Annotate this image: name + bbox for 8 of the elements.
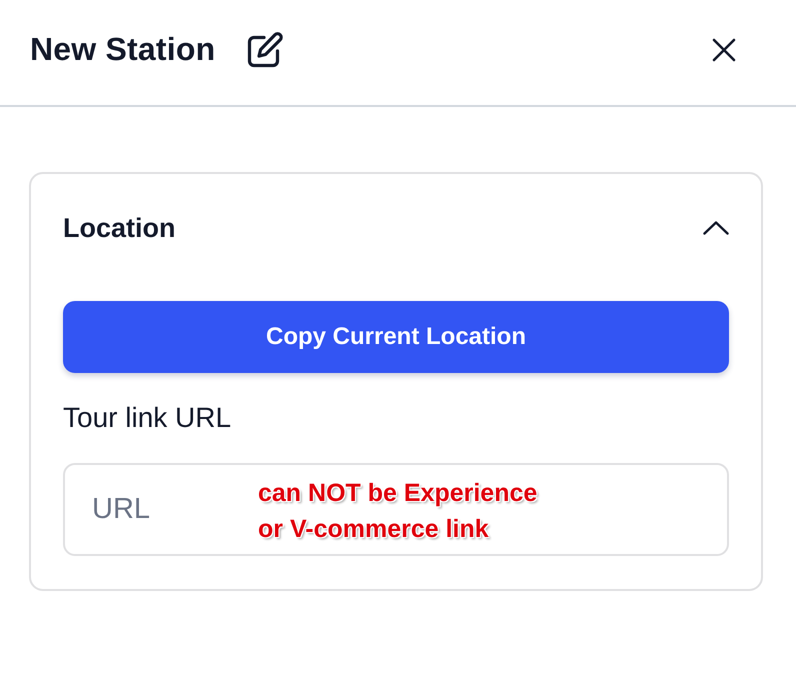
close-icon[interactable] — [712, 38, 736, 62]
edit-icon[interactable] — [247, 32, 284, 68]
annotation-note: can NOT be Experience or V-commerce link — [258, 478, 538, 545]
section-title: Location — [63, 212, 176, 244]
field-label: Tour link URL — [63, 402, 232, 434]
copy-location-button[interactable]: Copy Current Location — [63, 301, 729, 373]
chevron-up-icon[interactable] — [703, 221, 729, 235]
panel-title: New Station — [30, 31, 216, 68]
